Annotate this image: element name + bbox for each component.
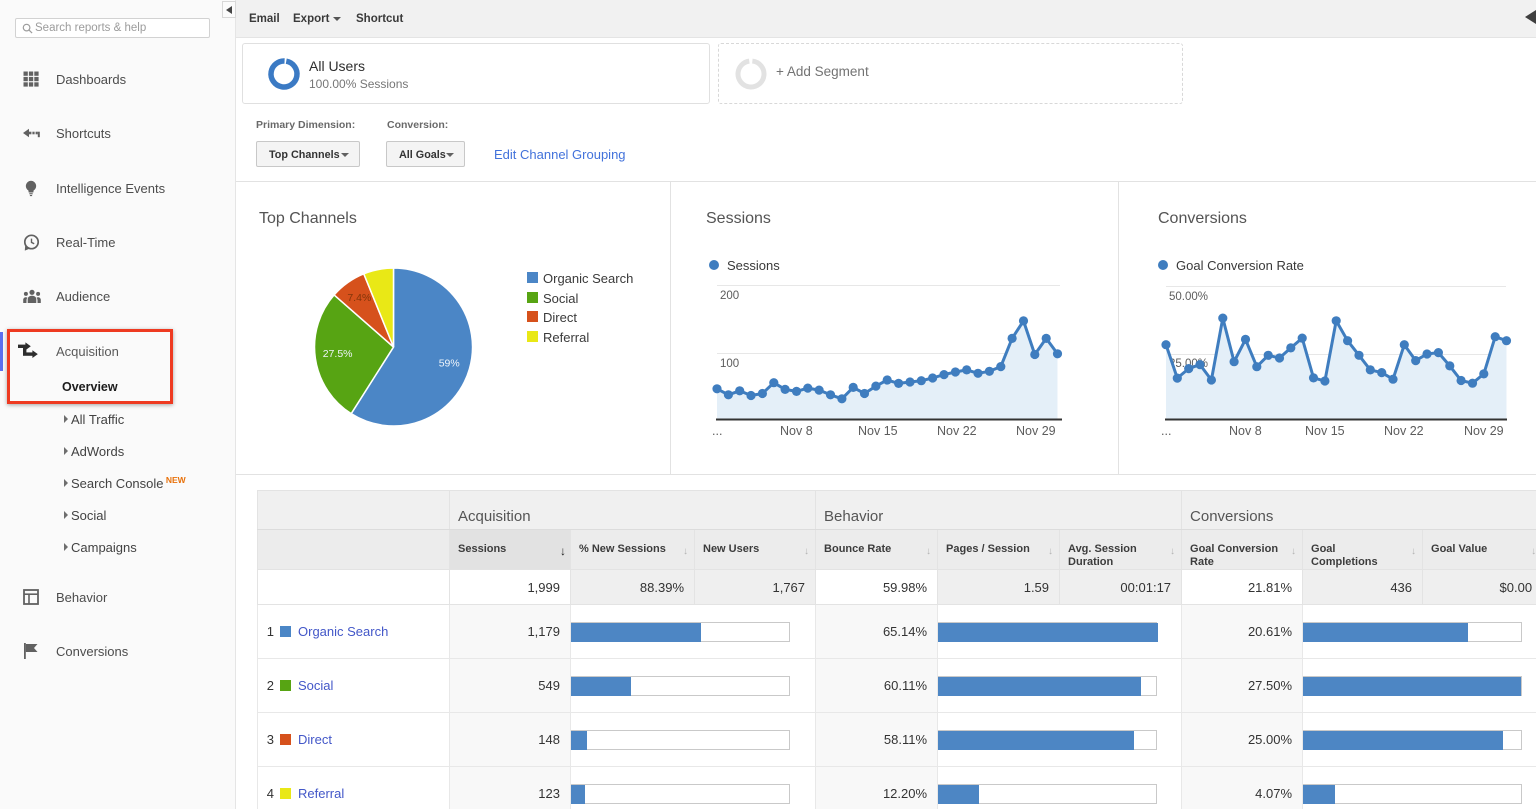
svg-text:7.4%: 7.4% — [347, 292, 371, 304]
svg-text:27.5%: 27.5% — [323, 348, 353, 360]
svg-text:59%: 59% — [439, 358, 460, 370]
